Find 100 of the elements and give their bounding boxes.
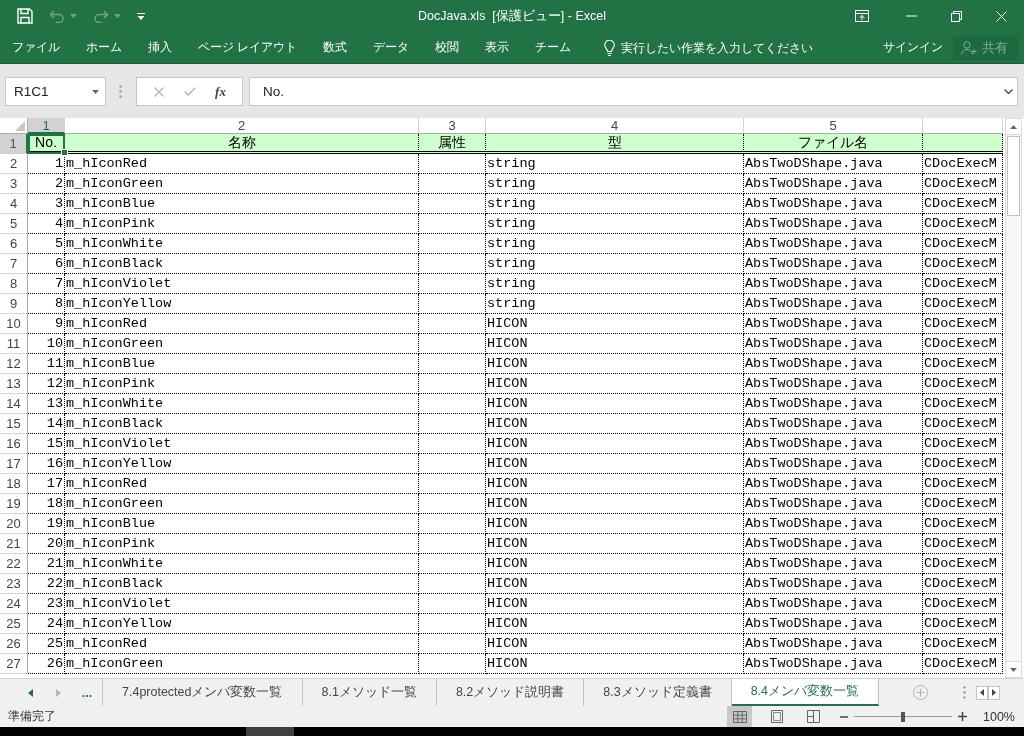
chevron-down-icon	[1003, 89, 1013, 94]
column-header[interactable]: 5	[744, 118, 923, 134]
normal-view-button[interactable]	[727, 706, 752, 727]
row-header[interactable]: 13	[0, 374, 28, 394]
ribbon-options-icon	[854, 10, 869, 22]
ribbon-tab[interactable]: 表示	[472, 32, 523, 63]
ribbon-tab[interactable]: 校閲	[422, 32, 473, 63]
undo-icon	[49, 9, 65, 23]
table-cell: string	[486, 234, 744, 254]
scroll-left-button[interactable]	[976, 685, 988, 700]
table-cell: 3	[28, 194, 65, 214]
scroll-right-button[interactable]	[988, 685, 1000, 700]
row-header[interactable]: 19	[0, 494, 28, 514]
row-header[interactable]: 17	[0, 454, 28, 474]
insert-function-button[interactable]: fx	[209, 80, 232, 103]
ribbon-tab[interactable]: 挿入	[135, 32, 185, 63]
vertical-scrollbar[interactable]	[1005, 118, 1022, 678]
empty-cell	[419, 554, 486, 574]
table-cell: AbsTwoDShape.java	[744, 154, 923, 174]
row-header[interactable]: 2	[0, 154, 28, 174]
row-header[interactable]: 22	[0, 554, 28, 574]
column-header[interactable]: 1	[28, 118, 65, 134]
row-header[interactable]: 25	[0, 614, 28, 634]
triangle-left-icon	[27, 688, 33, 697]
row-header[interactable]: 16	[0, 434, 28, 454]
empty-cell	[419, 574, 486, 594]
table-cell: 6	[28, 254, 65, 274]
zoom-in-button[interactable]	[956, 709, 969, 724]
sheet-tab[interactable]: 8.4メンバ変数一覧	[731, 679, 880, 706]
row-header[interactable]: 7	[0, 254, 28, 274]
sign-in-link[interactable]: サインイン	[881, 35, 945, 60]
scrollbar-thumb[interactable]	[1007, 136, 1020, 216]
ribbon-tab[interactable]: チーム	[522, 32, 585, 63]
add-person-icon	[961, 40, 977, 55]
column-header[interactable]: 2	[65, 118, 419, 134]
row-header[interactable]: 8	[0, 274, 28, 294]
row-header[interactable]: 14	[0, 394, 28, 414]
zoom-level[interactable]: 100%	[983, 709, 1024, 724]
tell-me-field[interactable]: 実行したい作業を入力してください	[621, 40, 818, 55]
table-cell: 10	[28, 334, 65, 354]
row-header[interactable]: 9	[0, 294, 28, 314]
table-cell: string	[486, 154, 744, 174]
ribbon-tab[interactable]: ファイル	[0, 32, 73, 63]
table-cell: CDocExecM	[923, 554, 1003, 574]
split-page-icon	[807, 710, 820, 723]
restore-icon	[951, 10, 962, 22]
ribbon-tab[interactable]: データ	[360, 32, 423, 63]
row-header[interactable]: 21	[0, 534, 28, 554]
minimize-icon	[906, 15, 917, 17]
column-header[interactable]: 3	[419, 118, 486, 134]
header-cell: ファイル名	[744, 134, 923, 154]
row-header[interactable]: 15	[0, 414, 28, 434]
empty-cell	[419, 194, 486, 214]
row-header[interactable]: 1	[0, 134, 28, 154]
row-header[interactable]: 5	[0, 214, 28, 234]
table-cell: m_hIconGreen	[65, 494, 419, 514]
table-cell: 9	[28, 314, 65, 334]
select-all-button[interactable]	[0, 118, 28, 134]
ribbon-tab[interactable]: ページ レイアウト	[185, 32, 311, 63]
caret-up-icon	[1010, 124, 1017, 129]
table-cell: 2	[28, 174, 65, 194]
ribbon-tab[interactable]: 数式	[310, 32, 361, 63]
row-header[interactable]: 4	[0, 194, 28, 214]
table-cell: 24	[28, 614, 65, 634]
row-header[interactable]: 3	[0, 174, 28, 194]
scroll-up-button[interactable]	[1006, 119, 1021, 135]
row-header[interactable]: 20	[0, 514, 28, 534]
fill-handle[interactable]	[61, 149, 68, 156]
row-header[interactable]: 26	[0, 634, 28, 654]
ribbon-tab[interactable]: ホーム	[73, 32, 135, 63]
name-box[interactable]: R1C1	[5, 77, 106, 106]
scroll-down-button[interactable]	[1006, 661, 1021, 677]
table-cell: m_hIconGreen	[65, 334, 419, 354]
formula-field[interactable]: No.	[249, 77, 1018, 106]
table-cell: AbsTwoDShape.java	[744, 594, 923, 614]
table-cell: HICON	[486, 454, 744, 474]
page-icon	[770, 710, 783, 723]
table-cell: string	[486, 214, 744, 234]
row-header[interactable]: 27	[0, 654, 28, 674]
table-cell: 11	[28, 354, 65, 374]
table-cell: m_hIconYellow	[65, 614, 419, 634]
row-header[interactable]: 24	[0, 594, 28, 614]
table-cell: AbsTwoDShape.java	[744, 374, 923, 394]
row-header[interactable]: 6	[0, 234, 28, 254]
row-header[interactable]: 12	[0, 354, 28, 374]
table-cell: 1	[28, 154, 65, 174]
empty-cell	[419, 254, 486, 274]
row-header[interactable]: 23	[0, 574, 28, 594]
column-header[interactable]: 4	[486, 118, 744, 134]
drag-handle-icon[interactable]	[119, 85, 122, 98]
drag-handle-icon[interactable]	[963, 686, 966, 699]
empty-cell	[419, 414, 486, 434]
row-header[interactable]: 11	[0, 334, 28, 354]
table-cell: HICON	[486, 614, 744, 634]
row-header[interactable]: 10	[0, 314, 28, 334]
slider-thumb[interactable]	[901, 711, 905, 722]
more-sheets-button[interactable]: ...	[72, 679, 102, 706]
row-header[interactable]: 18	[0, 474, 28, 494]
table-cell: CDocExecM	[923, 334, 1003, 354]
triangle-icon	[15, 121, 25, 131]
